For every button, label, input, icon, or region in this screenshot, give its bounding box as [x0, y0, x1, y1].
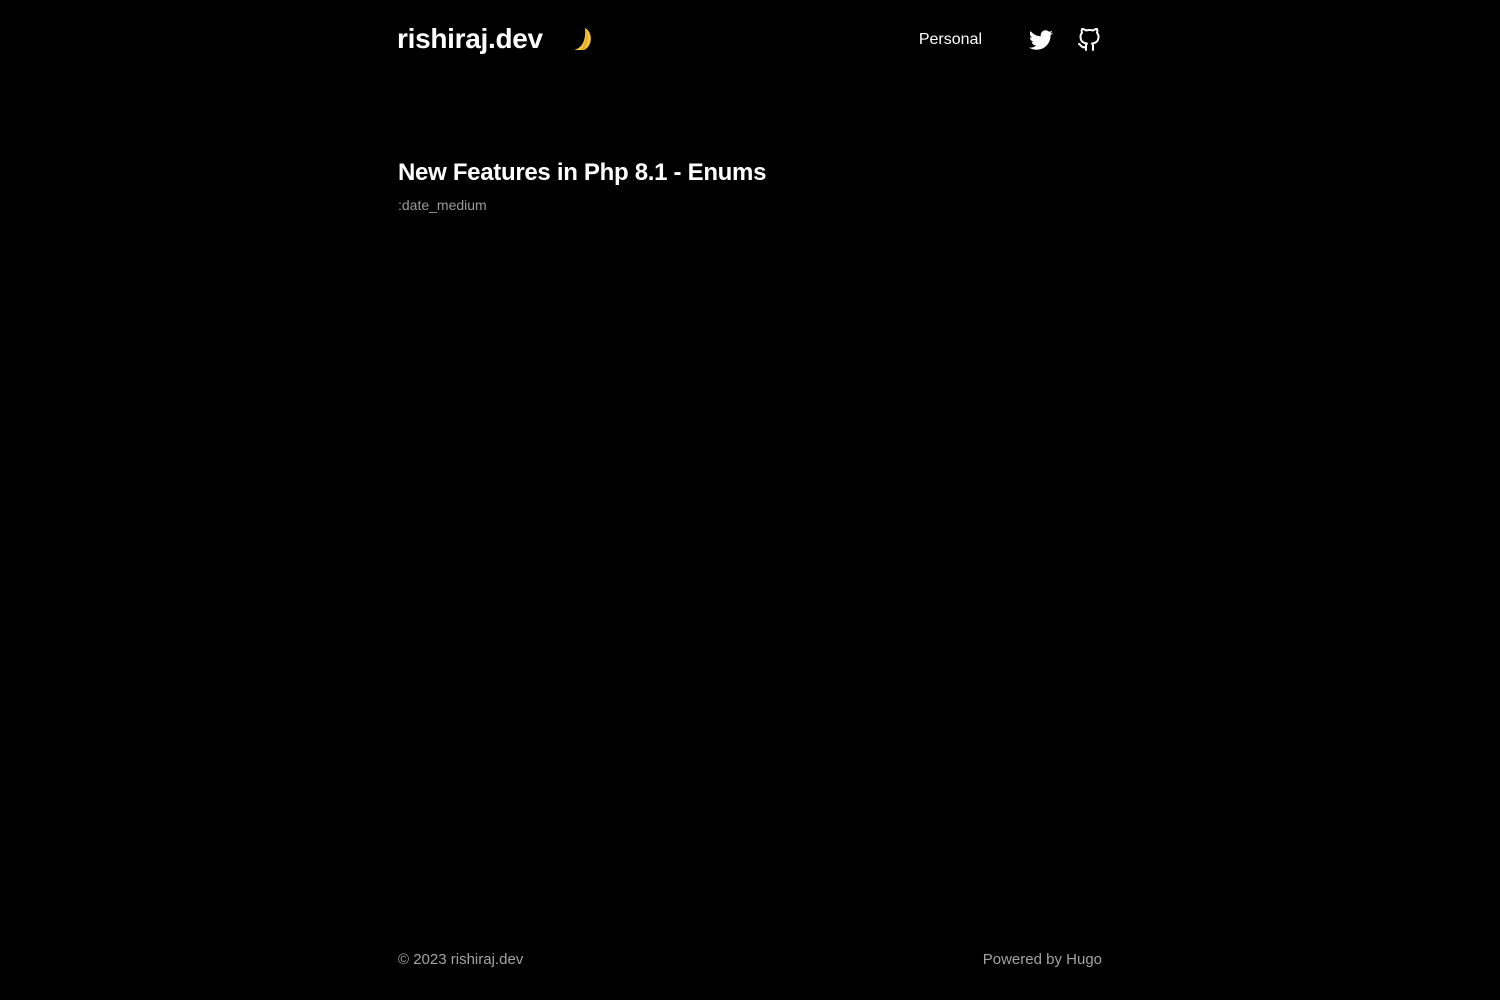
github-icon — [1078, 28, 1100, 51]
twitter-link[interactable] — [1028, 27, 1054, 53]
site-footer: © 2023 rishiraj.dev Powered by Hugo — [398, 949, 1102, 971]
post-title: New Features in Php 8.1 - Enums — [398, 159, 767, 186]
nav-link-personal[interactable]: Personal — [919, 24, 982, 56]
copyright-text: © 2023 rishiraj.dev — [398, 951, 524, 968]
main-nav: Personal — [919, 24, 1102, 56]
site-logo-link[interactable]: rishiraj.dev — [397, 19, 543, 59]
post-date: :date_medium — [398, 197, 487, 213]
powered-by: Powered by Hugo — [983, 949, 1102, 971]
twitter-icon — [1029, 30, 1053, 50]
moon-icon — [573, 28, 591, 50]
site-header: rishiraj.dev Personal — [397, 0, 1102, 80]
github-link[interactable] — [1076, 27, 1102, 53]
hugo-link[interactable]: Hugo — [1066, 951, 1102, 968]
brand: rishiraj.dev — [397, 19, 595, 59]
page: rishiraj.dev Personal New Features in Ph… — [0, 0, 1500, 1000]
powered-by-prefix: Powered by — [982, 951, 1067, 968]
theme-toggle-button[interactable] — [569, 26, 595, 52]
post-content: New Features in Php 8.1 - Enums :date_me… — [398, 155, 1102, 215]
